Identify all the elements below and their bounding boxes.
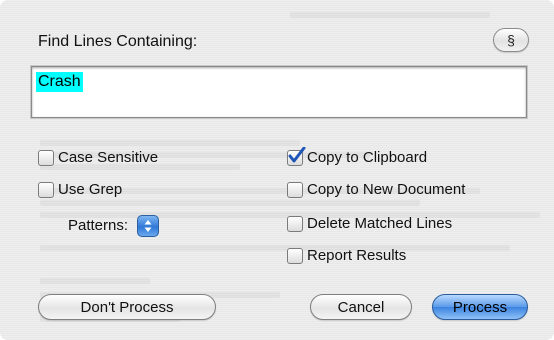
checkbox-box — [38, 181, 54, 198]
copy-to-new-document-checkbox[interactable]: Copy to New Document — [287, 181, 465, 198]
copy-to-clipboard-checkbox[interactable]: Copy to Clipboard — [287, 146, 428, 166]
use-grep-label: Use Grep — [58, 181, 123, 198]
patterns-label: Patterns: — [68, 217, 129, 234]
checkmark-icon — [288, 146, 306, 162]
delete-matched-lines-label: Delete Matched Lines — [307, 215, 453, 232]
up-down-arrows-icon — [144, 220, 152, 232]
patterns-popup-button[interactable] — [137, 215, 159, 237]
find-lines-label: Find Lines Containing: — [38, 33, 198, 50]
delete-matched-lines-checkbox[interactable]: Delete Matched Lines — [287, 215, 452, 232]
background-ghost-text — [0, 0, 554, 340]
report-results-checkbox[interactable]: Report Results — [287, 247, 406, 264]
find-text-value: Crash — [36, 72, 83, 92]
report-results-label: Report Results — [307, 247, 407, 264]
find-text-field[interactable]: Crash — [31, 66, 527, 118]
checkbox-box — [38, 149, 54, 166]
checkbox-box — [287, 181, 303, 198]
dont-process-button[interactable]: Don't Process — [38, 294, 216, 320]
process-button[interactable]: Process — [432, 294, 528, 320]
section-symbol-button[interactable]: § — [493, 28, 529, 52]
copy-to-new-document-label: Copy to New Document — [307, 181, 466, 198]
use-grep-checkbox[interactable]: Use Grep — [38, 181, 122, 198]
cancel-button[interactable]: Cancel — [310, 294, 412, 320]
checkbox-box — [287, 247, 303, 264]
checkbox-box-checked — [287, 146, 306, 166]
copy-to-clipboard-label: Copy to Clipboard — [307, 149, 428, 166]
case-sensitive-label: Case Sensitive — [58, 149, 159, 166]
find-lines-dialog: Find Lines Containing: § Crash Case Sens… — [0, 0, 554, 340]
case-sensitive-checkbox[interactable]: Case Sensitive — [38, 149, 158, 166]
checkbox-box — [287, 215, 303, 232]
